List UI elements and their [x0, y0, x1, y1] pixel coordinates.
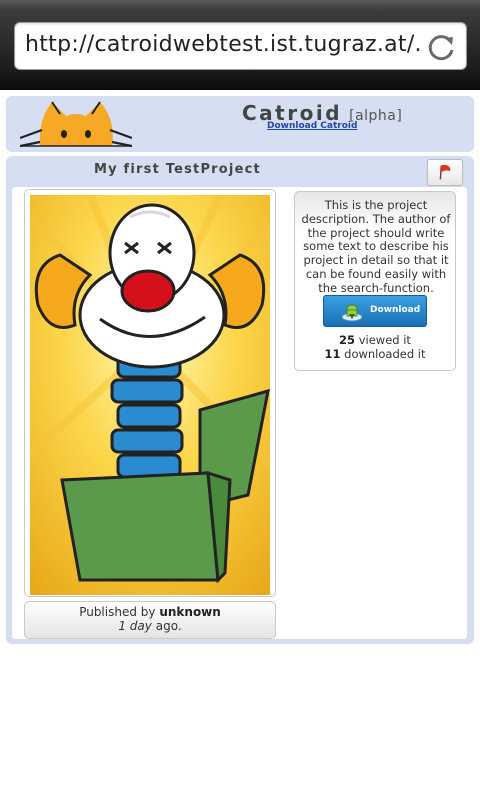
report-button[interactable]: [427, 159, 463, 186]
browser-toolbar: http://catroidwebtest.ist.tugraz.at/...: [0, 0, 480, 90]
download-button[interactable]: Download: [323, 295, 427, 327]
clown-jack-in-the-box-image[interactable]: [30, 195, 270, 595]
project-content: Published by unknown 1 day ago. This is …: [12, 187, 467, 639]
android-download-icon: [341, 304, 363, 322]
project-stats: 25 viewed it 11 downloaded it: [295, 333, 455, 361]
project-description: This is the project description. The aut…: [301, 198, 451, 295]
author-name[interactable]: unknown: [159, 605, 220, 619]
catroid-cat-logo[interactable]: [20, 98, 132, 148]
download-button-label: Download: [370, 305, 421, 315]
url-text[interactable]: http://catroidwebtest.ist.tugraz.at/...: [25, 32, 421, 57]
published-by-label: Published by: [79, 605, 156, 619]
downloads-label: downloaded it: [344, 347, 426, 361]
views-count: 25: [339, 333, 356, 347]
thumbnail-card[interactable]: [24, 189, 276, 597]
address-bar[interactable]: http://catroidwebtest.ist.tugraz.at/...: [14, 22, 467, 70]
publish-age: 1 day: [118, 619, 152, 633]
flag-icon: [439, 164, 451, 180]
reload-icon[interactable]: [426, 32, 456, 62]
downloads-count: 11: [324, 347, 341, 361]
publish-age-suffix: ago.: [155, 619, 182, 633]
description-card: This is the project description. The aut…: [294, 191, 456, 371]
download-catroid-link[interactable]: Download Catroid: [267, 121, 357, 131]
project-panel: My first TestProject Published by unknow…: [6, 156, 474, 644]
project-title: My first TestProject: [94, 162, 261, 177]
views-label: viewed it: [358, 333, 411, 347]
site-header: Catroid [alpha] Download Catroid: [6, 96, 474, 152]
publisher-info: Published by unknown 1 day ago.: [24, 601, 276, 639]
